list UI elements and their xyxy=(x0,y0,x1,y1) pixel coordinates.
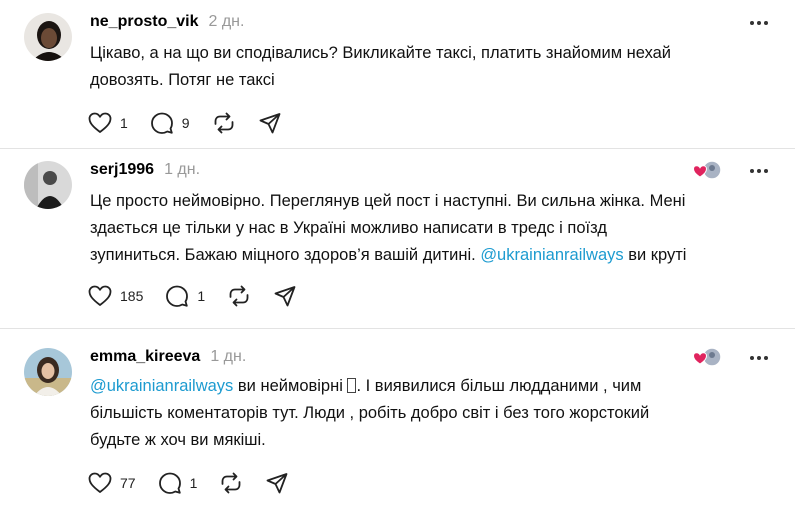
avatar[interactable] xyxy=(24,161,72,209)
post-text-line: @ukrainianrailways ви неймовірні . І вия… xyxy=(90,373,780,400)
thread-post: emma_kireeva 1 дн. @ukrainianrailways ви… xyxy=(0,330,795,525)
like-button[interactable]: 1 xyxy=(88,112,128,134)
thread-post: ne_prosto_vik 2 дн. Цікаво, а на що ви с… xyxy=(0,0,795,150)
username[interactable]: serj1996 xyxy=(90,161,154,179)
heart-icon xyxy=(88,285,112,307)
post-text: Це просто неймовірно. Переглянув цей пос… xyxy=(90,188,780,269)
share-button[interactable] xyxy=(265,471,289,495)
username[interactable]: emma_kireeva xyxy=(90,348,200,366)
divider xyxy=(0,328,795,329)
more-icon[interactable] xyxy=(747,159,771,183)
timestamp[interactable]: 2 дн. xyxy=(208,13,244,31)
post-text: Цікаво, а на що ви сподівались? Викликай… xyxy=(90,40,780,94)
send-icon xyxy=(273,284,297,308)
action-bar: 185 1 xyxy=(88,284,319,308)
repost-icon xyxy=(212,111,236,135)
mention-link[interactable]: @ukrainianrailways xyxy=(480,246,623,264)
liked-by-author-icon xyxy=(692,347,722,369)
post-text-line: зупиниться. Бажаю міцного здоров’я вашій… xyxy=(90,242,780,269)
post-text-segment: зупиниться. Бажаю міцного здоров’я вашій… xyxy=(90,246,476,264)
like-count: 77 xyxy=(120,475,136,491)
repost-icon xyxy=(227,284,251,308)
repost-button[interactable] xyxy=(219,471,243,495)
reply-count: 9 xyxy=(181,115,190,131)
post-text-line: здається це тільки у нас в Україні можли… xyxy=(90,219,607,237)
thread-post: serj1996 1 дн. Це просто неймовірно. Пер… xyxy=(0,150,795,326)
post-text-segment: ви неймовірні xyxy=(233,377,348,395)
heart-icon xyxy=(88,112,112,134)
more-icon[interactable] xyxy=(747,346,771,370)
like-button[interactable]: 77 xyxy=(88,472,136,494)
reply-count: 1 xyxy=(189,475,198,491)
avatar[interactable] xyxy=(24,13,72,61)
reply-button[interactable]: 1 xyxy=(165,284,205,308)
comment-icon xyxy=(150,111,174,135)
username[interactable]: ne_prosto_vik xyxy=(90,13,198,31)
post-text-segment: . І виявилися більш людданими , чим xyxy=(356,377,642,395)
reply-button[interactable]: 1 xyxy=(158,471,198,495)
timestamp[interactable]: 1 дн. xyxy=(210,348,246,366)
post-text-line: Це просто неймовірно. Переглянув цей пос… xyxy=(90,192,686,210)
like-count: 185 xyxy=(120,288,144,304)
share-button[interactable] xyxy=(258,111,282,135)
repost-button[interactable] xyxy=(227,284,251,308)
post-text-line: довозять. Потяг не таксі xyxy=(90,71,275,89)
send-icon xyxy=(265,471,289,495)
heart-icon xyxy=(88,472,112,494)
share-button[interactable] xyxy=(273,284,297,308)
repost-icon xyxy=(219,471,243,495)
liked-by-author-icon xyxy=(692,160,722,182)
post-text: @ukrainianrailways ви неймовірні . І вия… xyxy=(90,373,780,454)
comment-icon xyxy=(158,471,182,495)
post-text-line: більшість коментаторів тут. Люди , робіт… xyxy=(90,404,650,422)
mention-link[interactable]: @ukrainianrailways xyxy=(90,377,233,395)
reply-button[interactable]: 9 xyxy=(150,111,190,135)
comment-icon xyxy=(165,284,189,308)
more-icon[interactable] xyxy=(747,11,771,35)
post-text-line: будьте ж хоч ви мякіші. xyxy=(90,431,266,449)
avatar[interactable] xyxy=(24,348,72,396)
divider xyxy=(0,148,795,149)
post-text-line: Цікаво, а на що ви сподівались? Викликай… xyxy=(90,44,672,62)
send-icon xyxy=(258,111,282,135)
like-button[interactable]: 185 xyxy=(88,285,143,307)
action-bar: 1 9 xyxy=(88,111,304,135)
reply-count: 1 xyxy=(197,288,206,304)
post-text-segment: ви круті xyxy=(623,246,687,264)
action-bar: 77 1 xyxy=(88,471,311,495)
like-count: 1 xyxy=(120,115,128,131)
timestamp[interactable]: 1 дн. xyxy=(164,161,200,179)
repost-button[interactable] xyxy=(212,111,236,135)
